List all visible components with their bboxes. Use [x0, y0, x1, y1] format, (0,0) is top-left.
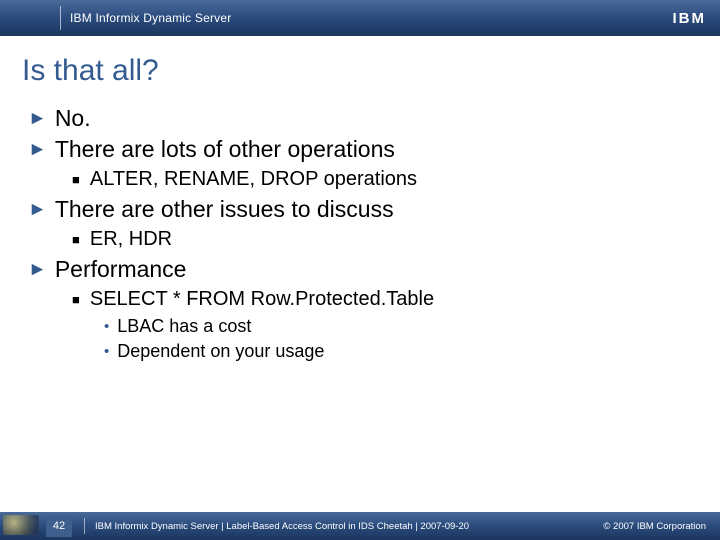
header-bar: IBM Informix Dynamic Server IBM — [0, 0, 720, 36]
bullet-text: There are lots of other operations — [55, 136, 395, 163]
bullet-text: ER, HDR — [90, 228, 172, 251]
footer-chip-icon — [3, 515, 39, 535]
ibm-logo: IBM — [673, 0, 707, 36]
bullet-text: Performance — [55, 256, 187, 283]
footer-copyright: © 2007 IBM Corporation — [603, 521, 720, 532]
arrow-icon: ► — [28, 105, 47, 133]
square-icon: ■ — [72, 168, 80, 192]
bullet-l1: ► Performance — [28, 256, 692, 284]
bullet-l1: ► There are lots of other operations — [28, 136, 692, 164]
bullet-dot-icon: • — [104, 341, 109, 363]
header-subtitle: IBM Informix Dynamic Server — [70, 11, 231, 25]
bullet-text: LBAC has a cost — [117, 316, 251, 337]
title-area: Is that all? — [0, 36, 720, 96]
slide: IBM Informix Dynamic Server IBM Is that … — [0, 0, 720, 540]
bullet-text: ALTER, RENAME, DROP operations — [90, 168, 417, 191]
bullet-text: Dependent on your usage — [117, 341, 324, 362]
bullet-l1: ► There are other issues to discuss — [28, 196, 692, 224]
arrow-icon: ► — [28, 256, 47, 284]
square-icon: ■ — [72, 228, 80, 252]
square-icon: ■ — [72, 288, 80, 312]
header-divider — [60, 6, 61, 30]
bullet-text: No. — [55, 105, 91, 132]
arrow-icon: ► — [28, 136, 47, 164]
slide-body: ► No. ► There are lots of other operatio… — [0, 96, 720, 512]
bullet-dot-icon: • — [104, 316, 109, 338]
bullet-l1: ► No. — [28, 105, 692, 133]
footer-bar: 42 IBM Informix Dynamic Server | Label-B… — [0, 512, 720, 540]
bullet-text: There are other issues to discuss — [55, 196, 394, 223]
bullet-text: SELECT * FROM Row.Protected.Table — [90, 288, 434, 311]
slide-title: Is that all? — [22, 54, 698, 88]
footer-text: IBM Informix Dynamic Server | Label-Base… — [95, 521, 469, 532]
bullet-l2: ■ SELECT * FROM Row.Protected.Table — [72, 288, 692, 312]
footer-divider — [84, 518, 85, 534]
page-number: 42 — [46, 515, 72, 537]
bullet-l3: • LBAC has a cost — [104, 316, 692, 338]
arrow-icon: ► — [28, 196, 47, 224]
bullet-l2: ■ ER, HDR — [72, 228, 692, 252]
bullet-l3: • Dependent on your usage — [104, 341, 692, 363]
bullet-l2: ■ ALTER, RENAME, DROP operations — [72, 168, 692, 192]
